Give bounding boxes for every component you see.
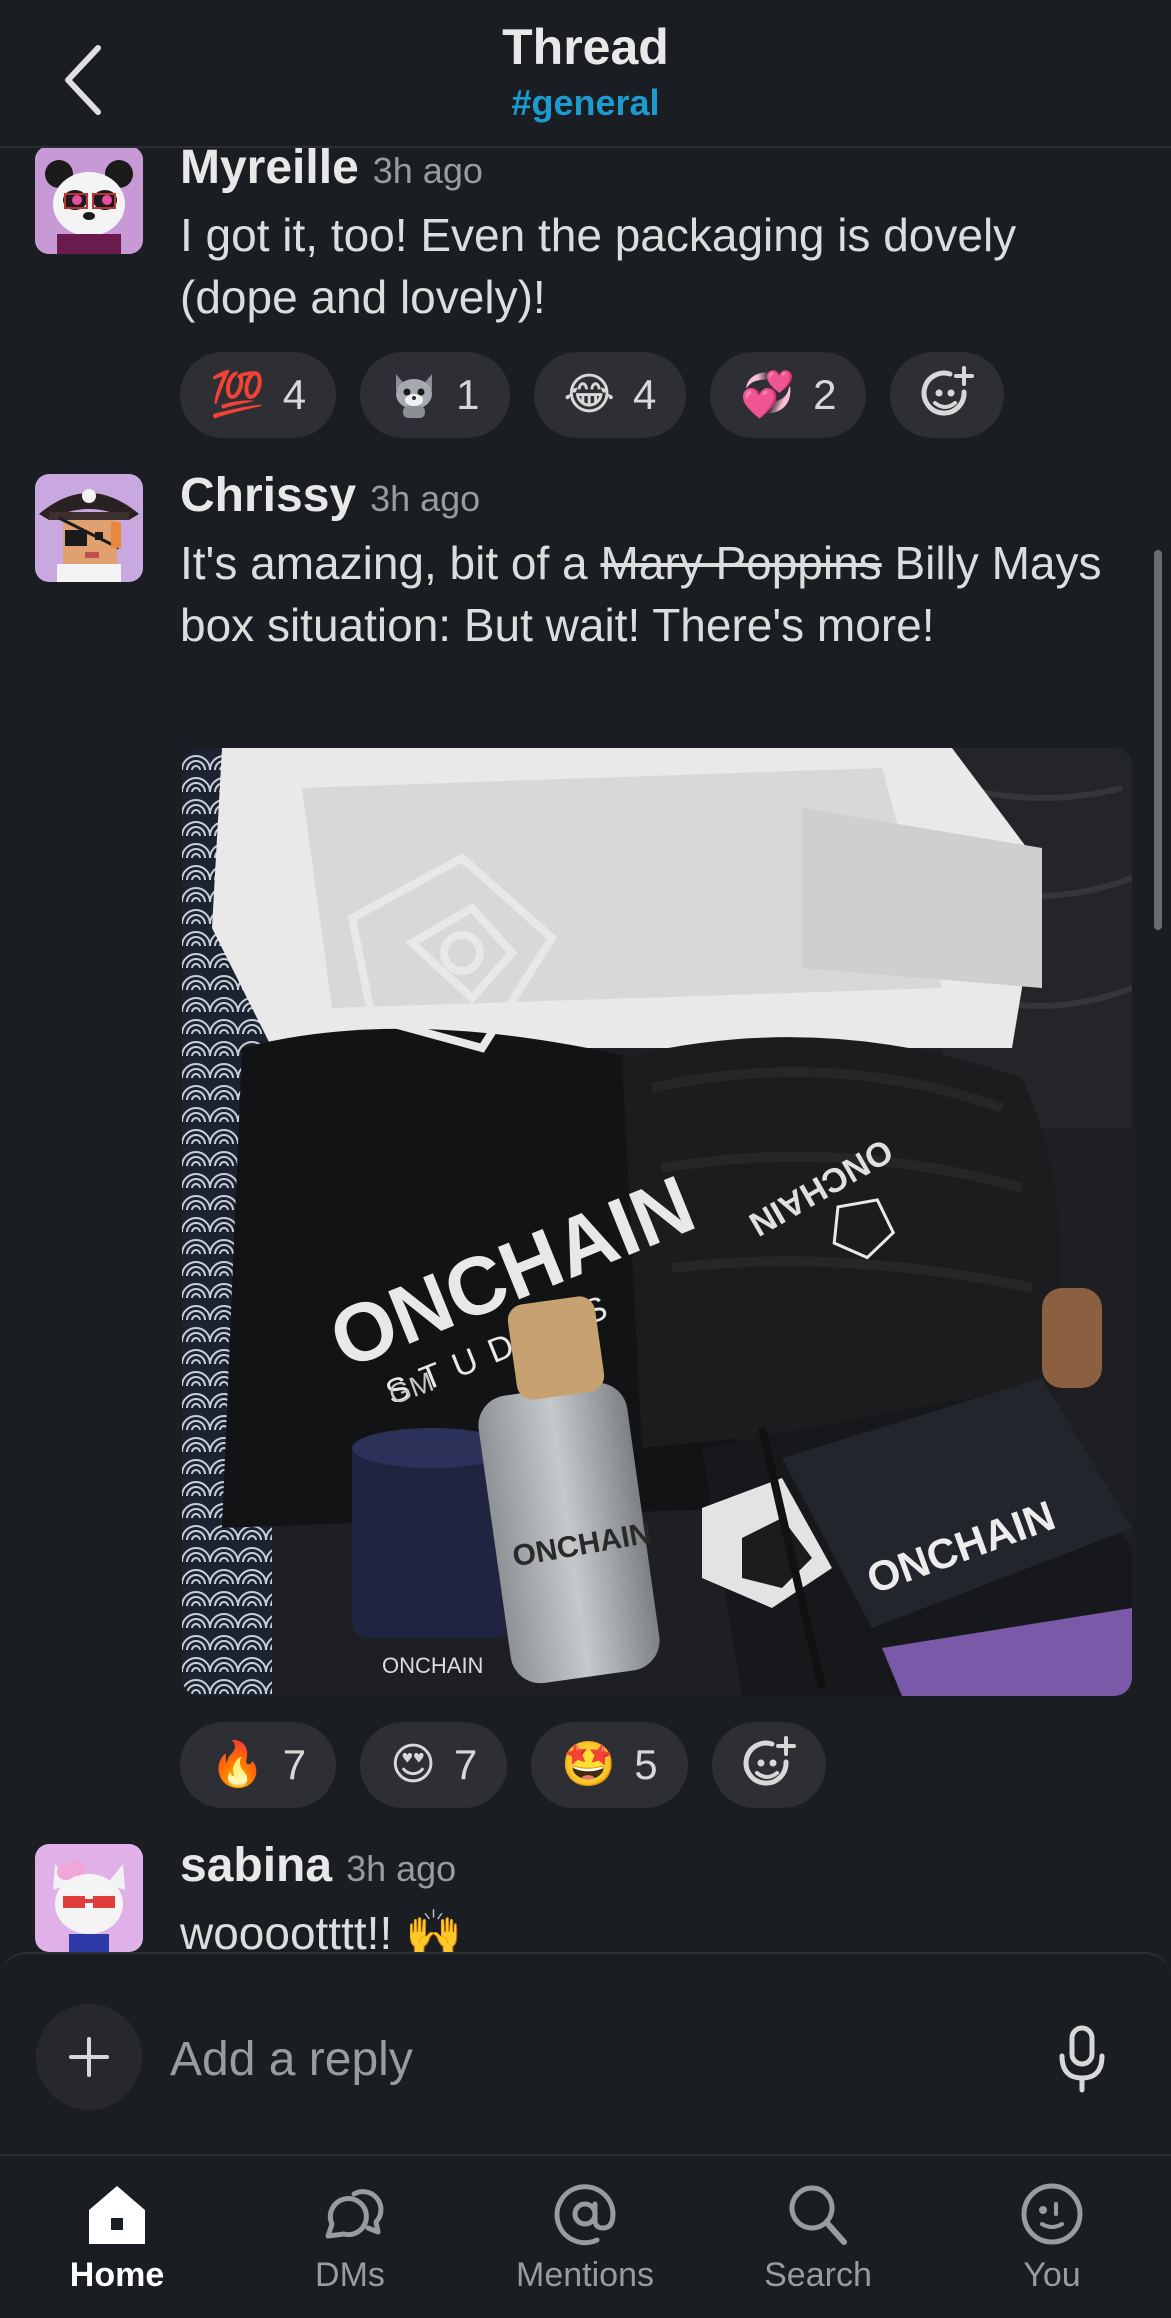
reply-input[interactable] xyxy=(168,2016,992,2102)
reaction-count: 7 xyxy=(454,1741,478,1788)
nav-mentions[interactable]: Mentions xyxy=(485,2180,685,2295)
reaction-joy[interactable]: 😂 4 xyxy=(533,352,687,438)
bottom-nav: Home DMs Mentions Search You xyxy=(0,2154,1171,2318)
nav-you[interactable]: You xyxy=(952,2180,1152,2295)
reaction-count: 1 xyxy=(456,371,480,418)
strikethrough-text: Mary Poppins xyxy=(600,537,882,589)
reaction-count: 4 xyxy=(282,371,307,418)
avatar[interactable] xyxy=(35,1844,143,1952)
message-sabina: sabina 3h ago wooootttt!! 🙌 xyxy=(0,1844,1171,1952)
reaction-fire[interactable]: 🔥 7 xyxy=(180,1722,337,1808)
timestamp: 3h ago xyxy=(372,150,483,191)
star-struck-icon: 🤩 xyxy=(561,1740,617,1789)
message-text: wooootttt!! 🙌 xyxy=(180,1907,463,1952)
add-reaction-icon xyxy=(743,1736,796,1786)
attach-button[interactable] xyxy=(36,2004,142,2110)
page-title: Thread xyxy=(502,19,669,75)
microphone-icon[interactable] xyxy=(1052,2022,1112,2096)
reaction-star-struck[interactable]: 🤩 5 xyxy=(531,1722,688,1808)
plus-icon xyxy=(69,2037,109,2077)
reaction-cat[interactable]: 1 xyxy=(360,352,510,438)
reactions-row: 🔥 7 😍 7 🤩 5 xyxy=(180,1722,826,1808)
message-myreille: Myreille 3h ago I got it, too! Even the p… xyxy=(0,141,1171,446)
reaction-hundred[interactable]: 💯 4 xyxy=(180,352,337,438)
scrollbar[interactable] xyxy=(1154,550,1162,930)
avatar[interactable] xyxy=(35,474,143,582)
channel-link[interactable]: #general xyxy=(0,82,1171,124)
joy-icon: 😂 xyxy=(563,370,615,419)
add-reaction-icon xyxy=(922,366,975,416)
reaction-count: 5 xyxy=(634,1741,658,1788)
image-mug-text: ONCHAIN xyxy=(382,1653,483,1678)
add-reaction-button[interactable] xyxy=(711,1722,826,1808)
image-attachment[interactable]: ONCHAIN STUDIOS GM ONCHAIN ONCHAIN ONCHA… xyxy=(182,748,1132,1696)
message-text: I got it, too! Even the packaging is dov… xyxy=(180,209,1017,323)
dms-icon xyxy=(325,2189,384,2239)
nav-search[interactable]: Search xyxy=(718,2180,918,2295)
you-icon xyxy=(1021,2183,1083,2245)
author-name[interactable]: sabina 3h ago xyxy=(180,1844,456,1893)
author-name[interactable]: Myreille 3h ago xyxy=(180,140,483,195)
timestamp: 3h ago xyxy=(370,478,481,519)
reaction-heart-eyes[interactable]: 😍 7 xyxy=(360,1722,508,1808)
fire-icon: 🔥 xyxy=(210,1740,265,1789)
mentions-icon xyxy=(554,2184,616,2246)
reactions-row: 💯 4 1 😂 4 💞 2 xyxy=(180,352,1005,438)
nav-dms[interactable]: DMs xyxy=(250,2180,450,2295)
reaction-count: 4 xyxy=(632,371,657,418)
nav-home[interactable]: Home xyxy=(17,2180,217,2295)
revolving-hearts-icon: 💞 xyxy=(740,370,796,419)
avatar[interactable] xyxy=(35,146,143,254)
cat-icon xyxy=(396,374,433,418)
reply-composer xyxy=(0,1952,1171,2154)
add-reaction-button[interactable] xyxy=(890,352,1005,438)
home-icon xyxy=(89,2186,145,2244)
timestamp: 3h ago xyxy=(346,1848,457,1889)
author-name[interactable]: Chrissy 3h ago xyxy=(180,468,480,523)
search-icon xyxy=(789,2185,847,2245)
heart-eyes-icon: 😍 xyxy=(390,1740,437,1789)
hundred-points-icon: 💯 xyxy=(210,370,265,419)
message-text: It's amazing, bit of a Mary Poppins Bill… xyxy=(180,537,1102,651)
reaction-count: 7 xyxy=(282,1741,307,1788)
thread-header: Thread #general xyxy=(0,0,1171,148)
reaction-count: 2 xyxy=(813,371,837,418)
reaction-hearts[interactable]: 💞 2 xyxy=(710,352,867,438)
